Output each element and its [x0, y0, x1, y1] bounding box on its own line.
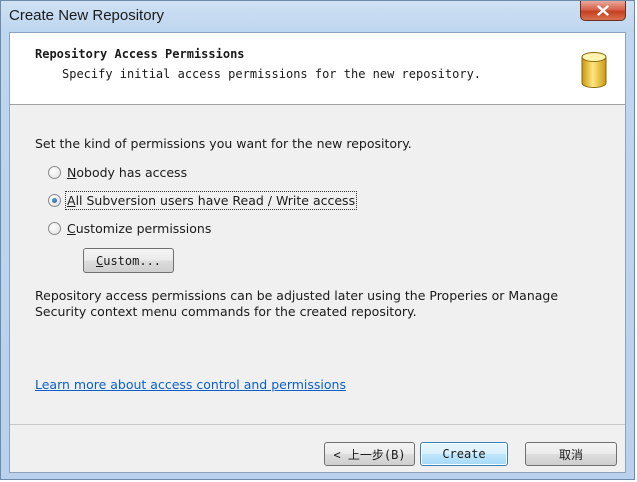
cancel-button[interactable]: 取消: [525, 442, 617, 466]
header-subtitle: Specify initial access permissions for t…: [62, 67, 482, 81]
label-text: ll Subversion users have Read / Write ac…: [75, 192, 356, 208]
radio-all-read-write[interactable]: All Subversion users have Read / Write a…: [48, 190, 358, 210]
radio-nobody[interactable]: Nobody has access: [48, 163, 187, 181]
wizard-header: Repository Access Permissions Specify in…: [10, 33, 625, 105]
permissions-prompt: Set the kind of permissions you want for…: [35, 136, 412, 151]
radio-label: All Subversion users have Read / Write a…: [64, 190, 358, 210]
button-bar: < 上一步(B) Create 取消: [10, 424, 625, 473]
dialog-client: Repository Access Permissions Specify in…: [9, 32, 626, 473]
window-title: Create New Repository: [9, 7, 165, 24]
learn-more-link[interactable]: Learn more about access control and perm…: [35, 377, 346, 392]
close-icon: [597, 5, 609, 16]
database-icon: [581, 52, 607, 88]
radio-label: Nobody has access: [67, 165, 187, 180]
dialog-window: Create New Repository Repository Access …: [0, 0, 635, 480]
custom-button[interactable]: Custom...: [83, 248, 174, 273]
close-button[interactable]: [580, 1, 626, 21]
label-text: obody has access: [76, 164, 188, 180]
radio-button[interactable]: [48, 221, 61, 235]
title-bar[interactable]: Create New Repository: [1, 1, 634, 31]
label-text: ustomize permissions: [75, 220, 212, 236]
radio-customize[interactable]: Customize permissions: [48, 219, 211, 237]
mnemonic: C: [67, 220, 76, 236]
radio-label: Customize permissions: [67, 221, 211, 236]
button-label: ustom...: [103, 253, 162, 268]
mnemonic: A: [67, 192, 76, 208]
header-title: Repository Access Permissions: [35, 47, 245, 61]
radio-button[interactable]: [48, 193, 61, 207]
radio-button[interactable]: [48, 165, 61, 179]
create-button[interactable]: Create: [420, 442, 508, 466]
back-button[interactable]: < 上一步(B): [324, 442, 415, 466]
mnemonic: C: [95, 253, 104, 268]
mnemonic: N: [67, 164, 77, 180]
info-text: Repository access permissions can be adj…: [35, 288, 559, 319]
